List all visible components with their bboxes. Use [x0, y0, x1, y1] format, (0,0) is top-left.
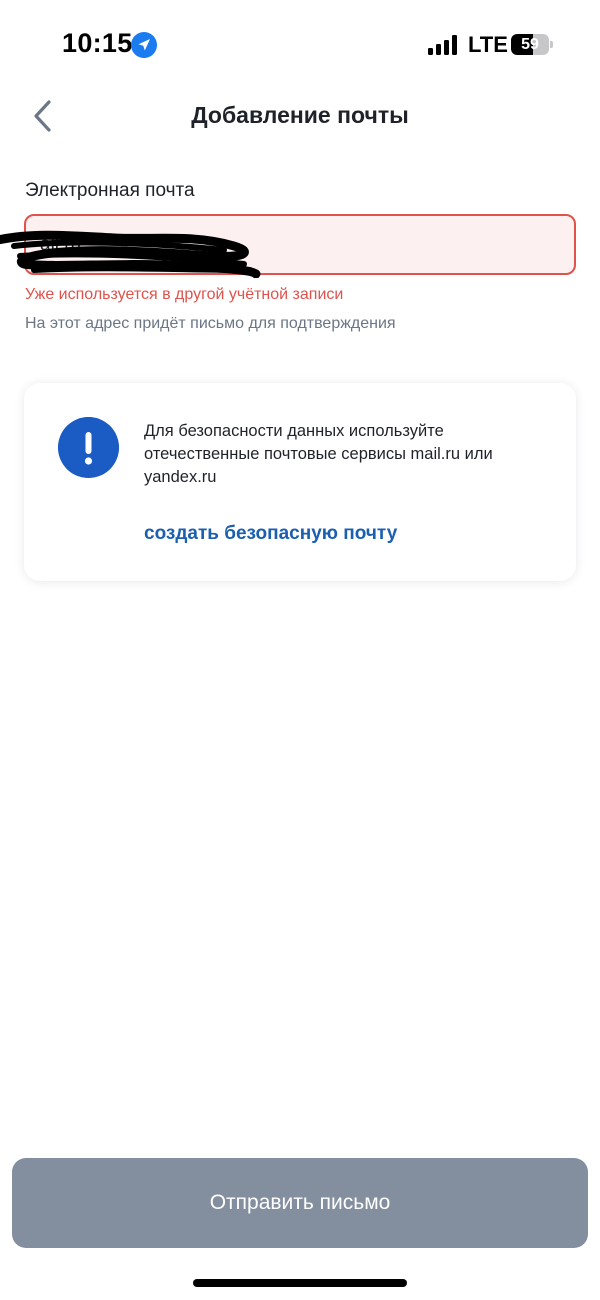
security-info-text: Для безопасности данных используйте отеч…	[144, 422, 493, 486]
home-indicator	[193, 1279, 407, 1287]
network-type: LTE	[468, 32, 508, 57]
email-field[interactable]	[40, 216, 560, 273]
page-title: Добавление почты	[191, 102, 409, 128]
battery-icon: 59	[511, 34, 553, 55]
battery-level: 59	[521, 36, 539, 53]
status-time: 10:15	[62, 28, 133, 58]
location-arrow-icon	[131, 32, 157, 58]
email-field-container[interactable]	[24, 214, 576, 275]
cellular-signal-icon	[428, 35, 457, 55]
email-error-message: Уже используется в другой учётной записи	[25, 286, 344, 303]
exclamation-icon	[58, 417, 119, 478]
security-info-card: Для безопасности данных используйте отеч…	[24, 383, 576, 581]
email-field-label: Электронная почта	[25, 180, 195, 201]
status-bar: 10:15 LTE 59	[0, 0, 600, 90]
create-secure-email-link[interactable]: создать безопасную почту	[144, 523, 397, 545]
send-email-button[interactable]: Отправить письмо	[12, 1158, 588, 1248]
email-hint: На этот адрес придёт письмо для подтверж…	[25, 315, 396, 332]
